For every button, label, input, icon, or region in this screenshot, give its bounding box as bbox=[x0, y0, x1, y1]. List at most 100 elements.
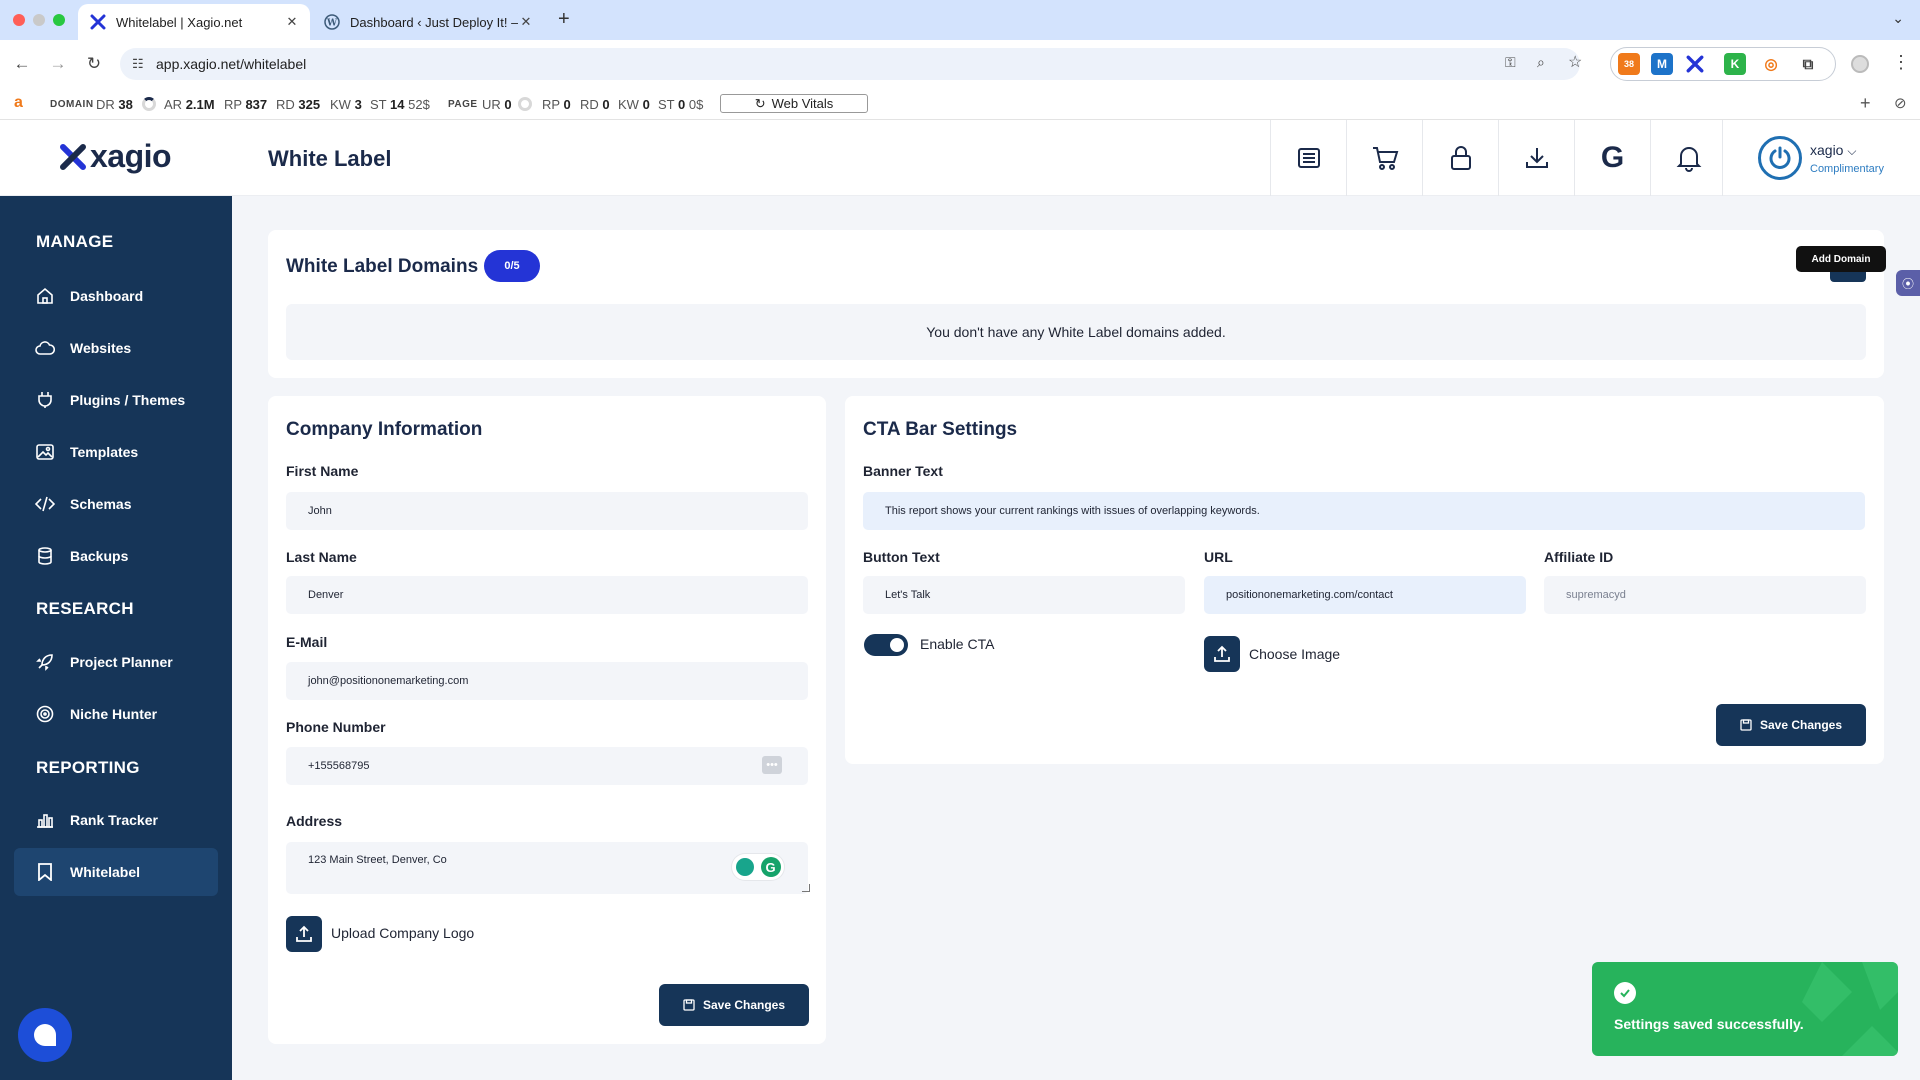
autofill-dots-icon[interactable]: ••• bbox=[762, 756, 782, 774]
last-name-input[interactable]: Denver bbox=[286, 576, 808, 614]
xagio-extension-icon[interactable] bbox=[1684, 53, 1706, 75]
sidebar-item-niche-hunter[interactable]: Niche Hunter bbox=[14, 690, 218, 738]
m-extension-icon[interactable]: M bbox=[1651, 53, 1673, 75]
seo-add-icon[interactable]: + bbox=[1860, 93, 1871, 114]
cloud-icon bbox=[34, 340, 56, 356]
user-avatar[interactable] bbox=[1758, 136, 1802, 180]
profile-avatar-icon[interactable] bbox=[1851, 55, 1869, 73]
first-name-label: First Name bbox=[286, 463, 359, 479]
zoom-icon[interactable]: ⌕ bbox=[1537, 54, 1545, 71]
affiliate-id-input[interactable]: supremacyd bbox=[1544, 576, 1866, 614]
seo-disable-icon[interactable]: ⊘ bbox=[1894, 94, 1907, 112]
extensions-puzzle-icon[interactable]: ⧉ bbox=[1797, 53, 1819, 75]
choose-image-button[interactable] bbox=[1204, 636, 1240, 672]
cart-button[interactable] bbox=[1346, 120, 1422, 196]
enable-cta-label: Enable CTA bbox=[920, 636, 995, 652]
lock-button[interactable] bbox=[1422, 120, 1498, 196]
metric-st-page: ST 0 0$ bbox=[658, 97, 704, 112]
sidebar-item-schemas[interactable]: Schemas bbox=[14, 480, 218, 528]
reload-icon[interactable]: ↻ bbox=[82, 52, 106, 76]
floating-side-tab[interactable]: ⦿ bbox=[1896, 270, 1920, 296]
bookmark-star-icon[interactable]: ☆ bbox=[1568, 52, 1582, 72]
phone-label: Phone Number bbox=[286, 719, 386, 735]
fingerprint-icon: ⦿ bbox=[1901, 276, 1914, 291]
chat-widget-button[interactable] bbox=[18, 1008, 72, 1062]
choose-image-label[interactable]: Choose Image bbox=[1249, 646, 1340, 662]
tab-search-chevron-icon[interactable]: ⌄ bbox=[1892, 10, 1904, 27]
sidebar-item-rank-tracker[interactable]: Rank Tracker bbox=[14, 796, 218, 844]
resize-grip-icon[interactable] bbox=[802, 884, 810, 892]
close-window-button[interactable] bbox=[13, 14, 25, 26]
close-tab-icon[interactable]: ✕ bbox=[284, 14, 300, 30]
password-key-icon[interactable]: ⚿ bbox=[1505, 54, 1516, 71]
sidebar-item-backups[interactable]: Backups bbox=[14, 532, 218, 580]
address-textarea[interactable]: 123 Main Street, Denver, Co bbox=[286, 842, 808, 894]
success-toast[interactable]: Settings saved successfully. bbox=[1592, 962, 1898, 1056]
upload-logo-label[interactable]: Upload Company Logo bbox=[331, 925, 474, 941]
sidebar-item-whitelabel[interactable]: Whitelabel bbox=[14, 848, 218, 896]
sidebar-item-label: Plugins / Themes bbox=[70, 392, 186, 408]
chat-bubble-icon bbox=[34, 1024, 56, 1046]
news-icon bbox=[1297, 148, 1320, 168]
address-bar-url[interactable]: app.xagio.net/whitelabel bbox=[156, 56, 306, 72]
sidebar-item-project-planner[interactable]: Project Planner bbox=[14, 638, 218, 686]
user-name[interactable]: xagio ⌵ bbox=[1810, 142, 1856, 159]
sidebar-item-label: Whitelabel bbox=[70, 864, 141, 880]
browser-tab-wordpress[interactable]: W Dashboard ‹ Just Deploy It! — ✕ bbox=[312, 4, 544, 40]
back-arrow-icon[interactable]: ← bbox=[10, 52, 34, 76]
rocket-icon bbox=[34, 653, 56, 671]
sidebar-item-dashboard[interactable]: Dashboard bbox=[14, 272, 218, 320]
toggle-knob bbox=[890, 638, 904, 652]
toast-message: Settings saved successfully. bbox=[1614, 1016, 1804, 1032]
metric-kw: KW 3 bbox=[330, 97, 362, 112]
sidebar-item-templates[interactable]: Templates bbox=[14, 428, 218, 476]
orange-extension-icon[interactable]: ◎ bbox=[1760, 53, 1782, 75]
banner-text-input[interactable]: This report shows your current rankings … bbox=[863, 492, 1865, 530]
xagio-logo[interactable]: xagio bbox=[60, 138, 172, 175]
maximize-window-button[interactable] bbox=[53, 14, 65, 26]
ahrefs-extension-icon[interactable]: 38 bbox=[1618, 53, 1640, 75]
sidebar-item-websites[interactable]: Websites bbox=[14, 324, 218, 372]
enable-cta-toggle[interactable] bbox=[864, 634, 908, 656]
email-input[interactable]: john@positiononemarketing.com bbox=[286, 662, 808, 700]
page-title: White Label bbox=[268, 146, 392, 171]
phone-input[interactable]: +155568795 bbox=[286, 747, 808, 785]
refresh-icon: ↻ bbox=[754, 95, 766, 111]
button-text-input[interactable]: Let's Talk bbox=[863, 576, 1185, 614]
address-bar[interactable]: ☷ app.xagio.net/whitelabel bbox=[120, 48, 1580, 80]
sidebar-item-plugins-themes[interactable]: Plugins / Themes bbox=[14, 376, 218, 424]
browser-tab-whitelabel[interactable]: Whitelabel | Xagio.net ✕ bbox=[78, 4, 310, 40]
upload-icon bbox=[1214, 645, 1230, 662]
domain-count-badge: 0/5 bbox=[484, 250, 540, 282]
cta-save-button[interactable]: Save Changes bbox=[1716, 704, 1866, 746]
upload-logo-button[interactable] bbox=[286, 916, 322, 952]
google-button[interactable]: G bbox=[1574, 120, 1650, 196]
site-info-icon[interactable]: ☷ bbox=[132, 56, 144, 72]
ur-ring-icon bbox=[518, 97, 532, 111]
forward-arrow-icon[interactable]: → bbox=[46, 52, 70, 76]
sidebar-section-research: RESEARCH bbox=[36, 599, 134, 618]
news-button[interactable] bbox=[1270, 120, 1346, 196]
download-button[interactable] bbox=[1498, 120, 1574, 196]
metric-rd-page: RD 0 bbox=[580, 97, 610, 112]
sidebar: MANAGE Dashboard Websites Plugins / Them… bbox=[0, 196, 232, 1080]
bar-chart-icon bbox=[34, 812, 56, 828]
company-save-button[interactable]: Save Changes bbox=[659, 984, 809, 1026]
add-domain-tooltip: Add Domain bbox=[1796, 246, 1886, 272]
k-extension-icon[interactable]: K bbox=[1724, 53, 1746, 75]
save-icon bbox=[683, 999, 695, 1011]
notifications-button[interactable] bbox=[1650, 120, 1726, 196]
web-vitals-button[interactable]: ↻ Web Vitals bbox=[720, 94, 868, 113]
banner-text-label: Banner Text bbox=[863, 463, 943, 479]
minimize-window-button[interactable] bbox=[33, 14, 45, 26]
cta-url-input[interactable]: positiononemarketing.com/contact bbox=[1204, 576, 1526, 614]
browser-menu-icon[interactable]: ⋮ bbox=[1892, 52, 1910, 73]
new-tab-icon[interactable]: + bbox=[558, 8, 570, 31]
xagio-logo-icon bbox=[60, 143, 86, 170]
close-tab-icon[interactable]: ✕ bbox=[518, 14, 534, 30]
last-name-label: Last Name bbox=[286, 549, 357, 565]
grammarly-widget[interactable]: G bbox=[732, 854, 784, 880]
metric-kw-page: KW 0 bbox=[618, 97, 650, 112]
button-text-label: Button Text bbox=[863, 549, 940, 565]
first-name-input[interactable]: John bbox=[286, 492, 808, 530]
